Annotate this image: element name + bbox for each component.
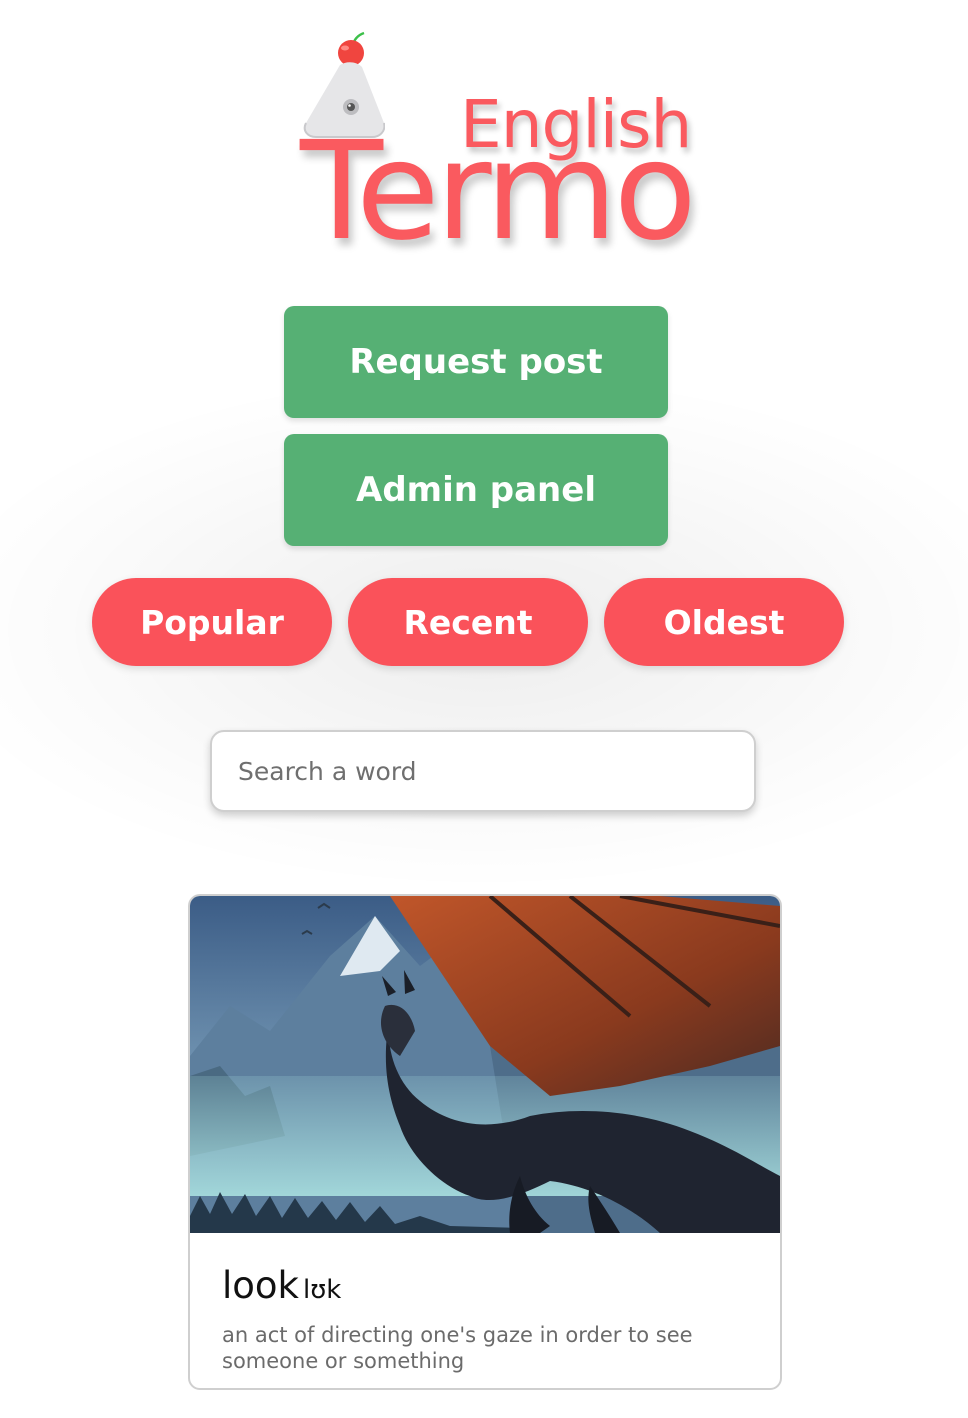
search-input[interactable] (210, 730, 756, 812)
post-word: look (222, 1264, 299, 1307)
sort-options: Popular Recent Oldest (92, 578, 852, 666)
logo-text-termo: Termo (300, 113, 697, 271)
request-post-button[interactable]: Request post (284, 306, 668, 418)
sort-oldest-button[interactable]: Oldest (604, 578, 844, 666)
sort-popular-button[interactable]: Popular (92, 578, 332, 666)
post-card[interactable]: look lʊk an act of directing one's gaze i… (188, 894, 782, 1390)
admin-panel-button[interactable]: Admin panel (284, 434, 668, 546)
page: English Termo Request post Admin panel P… (0, 0, 968, 1418)
post-image (190, 896, 780, 1233)
sort-recent-button[interactable]: Recent (348, 578, 588, 666)
post-definition: an act of directing one's gaze in order … (222, 1323, 693, 1373)
post-card-body: look lʊk an act of directing one's gaze i… (222, 1264, 752, 1374)
post-title: look lʊk (222, 1264, 752, 1312)
site-logo[interactable]: English Termo (290, 20, 697, 271)
post-phonetic: lʊk (302, 1275, 342, 1305)
